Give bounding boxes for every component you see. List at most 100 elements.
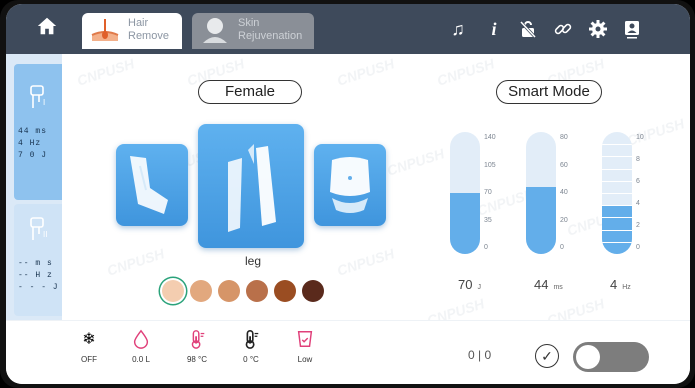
frequency-value: 4 Hz [18, 139, 42, 148]
tab-label-line1: Skin [238, 17, 260, 29]
pulse-width-value: 44 ms [18, 127, 48, 136]
arm-icon [130, 156, 168, 214]
gauge-tick-label: 0 [560, 244, 564, 251]
home-icon[interactable] [34, 15, 60, 41]
pulse-width-value: 44 ms [534, 277, 563, 292]
pulse-width-value-number: 44 [534, 277, 549, 292]
pulse-width-gauge[interactable] [526, 132, 556, 254]
watermark: CNPUSH [104, 245, 167, 279]
energy-value: - - - J [18, 283, 59, 292]
frequency-gauge[interactable] [602, 132, 632, 254]
gauge-tick-label: 0 [484, 244, 488, 251]
gauge-tick-label: 105 [484, 161, 496, 169]
energy-gauge-fill [450, 193, 480, 254]
pulse-width-unit: ms [553, 284, 563, 291]
tab-skin-rejuvenation[interactable]: Skin Rejuvenation [192, 13, 314, 49]
frequency-value: 4 Hz [610, 277, 631, 292]
confirm-check-icon[interactable]: ✓ [535, 344, 559, 368]
energy-gauge[interactable] [450, 132, 480, 254]
handpiece-temp-status: 0 °C [243, 355, 259, 364]
gauge-segment-line [602, 241, 632, 243]
gauge-tick-label: 8 [636, 156, 640, 163]
device-frame: CNPUSH CNPUSH CNPUSH CNPUSH CNPUSH CNPUSH CNPU… [0, 0, 695, 388]
watermark: CNPUSH [334, 245, 397, 279]
gauge-tick-label: 60 [560, 161, 568, 169]
thermometer-hot-icon[interactable] [186, 329, 208, 351]
frequency-value: -- H z [18, 271, 53, 280]
water-temp-status: 98 °C [186, 355, 208, 364]
gauge-tick-label: 0 [636, 244, 640, 251]
handpiece-card-1[interactable]: I 44 ms 4 Hz 7 0 J [14, 64, 62, 200]
gauge-segment-line [602, 156, 632, 158]
zone-arm[interactable] [116, 144, 188, 226]
handpiece-icon: I [28, 84, 50, 112]
abdomen-icon [330, 157, 370, 213]
gauge-tick-label: 35 [484, 216, 492, 224]
skin-tone-swatch[interactable] [218, 280, 240, 302]
cooling-status: OFF [81, 355, 97, 364]
pulse-width-value: -- m s [18, 259, 53, 268]
gauge-segment-line [602, 180, 632, 182]
skin-tone-swatch[interactable] [302, 280, 324, 302]
energy-value: 7 0 J [18, 151, 48, 160]
selected-zone-label: leg [244, 254, 261, 268]
frequency-unit: Hz [622, 284, 631, 291]
tab-label-line2: Rejuvenation [238, 30, 303, 42]
energy-unit: J [477, 284, 481, 291]
energy-value-number: 70 [458, 277, 473, 292]
watermark: CNPUSH [384, 145, 447, 179]
water-drop-icon[interactable] [130, 329, 152, 351]
gauge-segment-line [602, 144, 632, 146]
toggle-knob [576, 345, 600, 369]
handpiece-panel: I 44 ms 4 Hz 7 0 J II -- m s -- H z - - … [6, 54, 62, 320]
energy-value: 70 J [458, 277, 481, 292]
watermark: CNPUSH [74, 55, 137, 89]
frequency-value-number: 4 [610, 277, 618, 292]
gauge-tick-label: 80 [560, 134, 568, 141]
handpiece-icon: II [28, 216, 50, 244]
gauge-segment-line [602, 168, 632, 170]
skin-tone-swatch[interactable] [274, 280, 296, 302]
mode-selector[interactable]: Smart Mode [496, 80, 602, 104]
leg-icon [228, 144, 276, 232]
shot-counter: 0 | 0 [468, 348, 492, 362]
top-bar: Hair Remove Skin Rejuvenation ♫ i [6, 4, 690, 54]
status-bar: ❄ OFF 0.0 L 98 °C 0 °C Low 0 | 0 ✓ [6, 320, 690, 384]
thermometer-icon[interactable] [240, 329, 262, 351]
gauge-segment-line [602, 229, 632, 231]
gauge-tick-label: 70 [484, 189, 492, 196]
gear-icon[interactable] [586, 17, 610, 41]
gauge-segment-line [602, 193, 632, 194]
gauge-tick-label: 4 [636, 200, 640, 207]
gauge-segment-line [602, 205, 632, 207]
gauge-tick-label: 2 [636, 222, 640, 229]
water-level-status: Low [297, 355, 313, 364]
tab-hair-remove[interactable]: Hair Remove [82, 13, 182, 49]
watermark: CNPUSH [434, 55, 497, 89]
skin-tone-swatch[interactable] [246, 280, 268, 302]
music-icon[interactable]: ♫ [446, 17, 470, 41]
snowflake-icon[interactable]: ❄ [78, 329, 100, 351]
gauge-tick-label: 20 [560, 216, 568, 224]
water-level-icon[interactable] [294, 329, 316, 351]
hair-follicle-icon [90, 17, 120, 43]
handpiece-label: I [43, 98, 46, 107]
skin-tone-swatch[interactable] [190, 280, 212, 302]
gauge-tick-label: 140 [484, 134, 496, 141]
zone-abdomen[interactable] [314, 144, 386, 226]
handpiece-label: II [43, 230, 48, 239]
gauge-tick-label: 10 [636, 134, 644, 141]
watermark: CNPUSH [334, 55, 397, 89]
gender-selector[interactable]: Female [198, 80, 302, 104]
skin-tone-swatch[interactable] [162, 280, 184, 302]
user-card-icon[interactable] [620, 17, 644, 41]
ready-toggle[interactable] [573, 342, 649, 372]
watermark: CNPUSH [624, 115, 687, 149]
info-icon[interactable]: i [482, 17, 506, 41]
handpiece-card-2[interactable]: II -- m s -- H z - - - J [14, 204, 62, 316]
gauge-segment-line [602, 217, 632, 219]
link-icon[interactable] [551, 17, 575, 41]
gauge-tick-label: 6 [636, 178, 640, 185]
lock-off-icon[interactable] [516, 17, 540, 41]
zone-leg[interactable] [198, 124, 304, 248]
